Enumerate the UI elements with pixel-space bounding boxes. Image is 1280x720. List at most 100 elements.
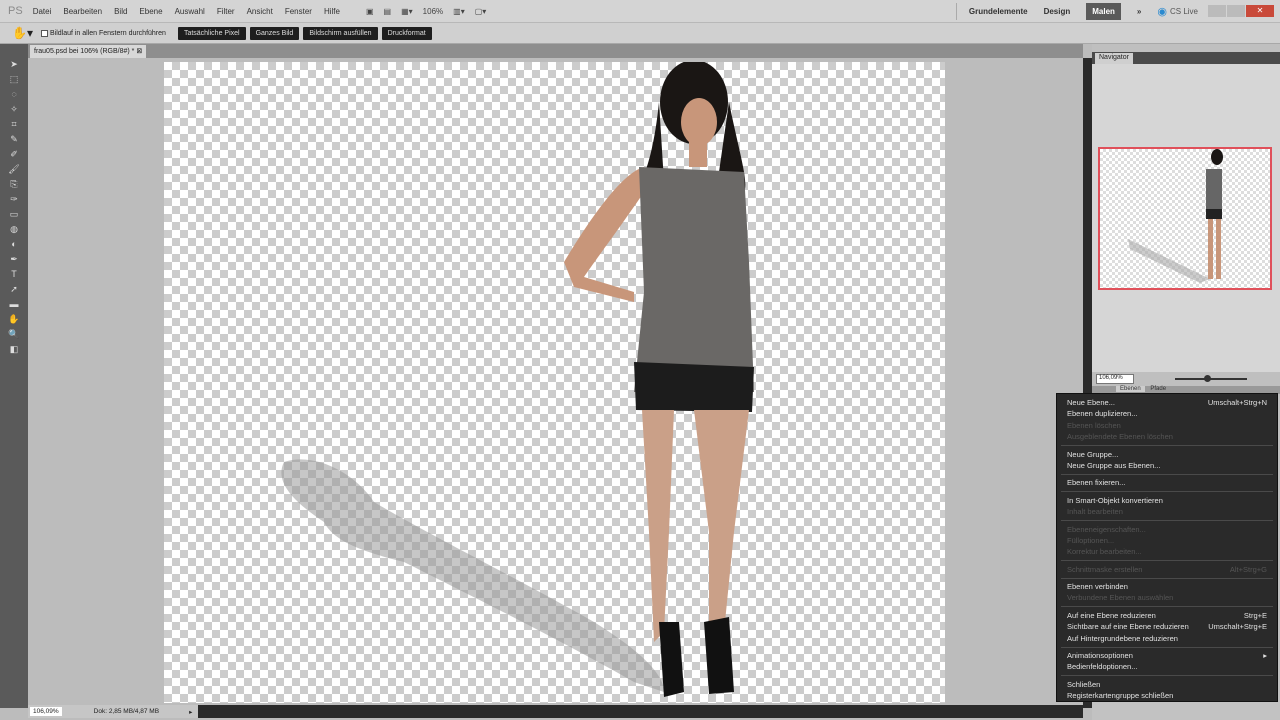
menu-item-label: Ebenen duplizieren... [1067,409,1138,419]
status-zoom[interactable]: 106,09% [30,707,62,716]
navigator-thumbnail[interactable] [1098,147,1272,290]
minimize-button[interactable] [1208,5,1226,17]
tool-icon-3[interactable]: ✧ [5,103,23,116]
menu-fenster[interactable]: Fenster [285,7,312,16]
menu-item-shortcut: Umschalt+Strg+N [1207,398,1267,407]
menu-separator [1061,577,1273,579]
context-menu-item: Inhalt bearbeiten [1057,506,1277,517]
submenu-arrow-icon: ▸ [1263,651,1267,661]
context-menu-item[interactable]: Registerkartengruppe schließen [1057,690,1277,701]
workspace-malen[interactable]: Malen [1086,2,1121,20]
tools-panel: ➤ ⬚ ◌ ✧ ⌗ ✎ ✐ 🖌 ⎘ ✑ ▭ ◍ ◐ ✒ T ➚ ▬ ✋ 🔍 ◧ [0,44,28,708]
bridge-icon[interactable]: ▣ [366,7,374,16]
menu-item-label: Auf Hintergrundebene reduzieren [1067,633,1178,643]
context-menu-item: Ausgeblendete Ebenen löschen [1057,431,1277,442]
workspace-design[interactable]: Design [1044,7,1071,16]
context-menu-item[interactable]: Sichtbare auf eine Ebene reduzieren Umsch… [1057,621,1277,632]
menu-ebene[interactable]: Ebene [139,7,162,16]
navigator-zoom-input[interactable]: 106,09% [1096,374,1134,384]
screen-mode-icon[interactable]: ▢▾ [475,7,487,16]
status-bar: 106,09% Dok: 2,85 MB/4,87 MB ▸ [28,705,1083,718]
tool-icon-4[interactable]: ⌗ [5,118,23,131]
close-button[interactable]: ✕ [1246,5,1274,17]
more-workspaces-button[interactable]: » [1137,7,1141,16]
tool-icon-10[interactable]: ▭ [5,208,23,221]
status-menu-arrow[interactable]: ▸ [189,708,192,716]
menu-datei[interactable]: Datei [33,7,52,16]
tool-icon-18[interactable]: 🔍 [5,328,23,341]
horizontal-scrollbar[interactable] [198,705,1083,718]
document-canvas[interactable] [164,60,945,703]
minibridge-icon[interactable]: ▤ [384,7,392,16]
tool-icon-5[interactable]: ✎ [5,133,23,146]
menu-item-shortcut: Strg+E [1243,610,1267,620]
hand-tool-icon[interactable]: ✋▾ [12,26,33,40]
context-menu-item: Verbundene Ebenen auswählen [1057,592,1277,603]
menu-bild[interactable]: Bild [114,7,127,16]
workspace-grundelemente[interactable]: Grundelemente [969,7,1028,16]
menu-item-label: Ebenen verbinden [1067,582,1128,592]
cslive-button[interactable]: CS Live [1170,7,1198,16]
tool-icon-16[interactable]: ▬ [5,298,23,311]
context-menu-item[interactable]: Auf eine Ebene reduzieren Strg+E [1057,610,1277,621]
zoom-select[interactable]: 106% [423,7,443,16]
print-size-button[interactable]: Druckformat [381,26,432,40]
tool-icon-13[interactable]: ✒ [5,253,23,266]
context-menu-item: Schnittmaske erstellen Alt+Strg+G [1057,564,1277,575]
tool-icon-9[interactable]: ✑ [5,193,23,206]
tab-ebenen[interactable]: Ebenen [1116,386,1145,392]
menu-item-label: Auf eine Ebene reduzieren [1067,610,1156,620]
tool-icon-15[interactable]: ➚ [5,283,23,296]
context-menu-item[interactable]: Bedienfeldoptionen... [1057,661,1277,672]
tool-icon-14[interactable]: T [5,268,23,281]
context-menu-item[interactable]: Animationsoptionen ▸ [1057,650,1277,661]
tool-icon-19[interactable]: ◧ [5,343,23,356]
tool-icon-0[interactable]: ➤ [5,58,23,71]
menu-separator [1061,675,1273,677]
context-menu-item[interactable]: In Smart-Objekt konvertieren [1057,495,1277,506]
context-menu-item[interactable]: Neue Gruppe aus Ebenen... [1057,460,1277,471]
tab-pfade[interactable]: Pfade [1146,386,1170,392]
menu-filter[interactable]: Filter [217,7,235,16]
menu-ansicht[interactable]: Ansicht [247,7,273,16]
tool-icon-7[interactable]: 🖌 [5,163,23,176]
tool-icon-8[interactable]: ⎘ [5,178,23,191]
menu-item-label: Ebenen fixieren... [1067,478,1126,488]
menu-item-shortcut: Alt+Strg+G [1229,564,1267,574]
menu-item-shortcut: Umschalt+Strg+E [1208,622,1267,632]
menu-hilfe[interactable]: Hilfe [324,7,340,16]
menu-separator [1061,646,1273,648]
arrange-icon[interactable]: ▥▾ [453,7,465,16]
menu-item-label: Schließen [1067,679,1101,689]
menu-bar: PS Datei Bearbeiten Bild Ebene Auswahl Filter… [0,0,1280,23]
context-menu-item[interactable]: Ebenen duplizieren... [1057,408,1277,419]
context-menu-item[interactable]: Auf Hintergrundebene reduzieren [1057,633,1277,644]
context-menu-item: Fülloptionen... [1057,535,1277,546]
tool-icon-11[interactable]: ◍ [5,223,23,236]
extras-icon[interactable]: ▦▾ [401,7,413,16]
scroll-all-checkbox[interactable] [40,29,48,37]
tab-navigator[interactable]: Navigator [1095,53,1133,64]
menu-auswahl[interactable]: Auswahl [175,7,205,16]
fill-screen-button[interactable]: Bildschirm ausfüllen [303,26,378,40]
tool-icon-2[interactable]: ◌ [5,88,23,101]
document-tab[interactable]: frau05.psd bei 106% (RGB/8#) * ⊠ [30,45,147,58]
tool-icon-6[interactable]: ✐ [5,148,23,161]
scroll-all-label: Bildlauf in allen Fenstern durchführen [49,29,166,37]
context-menu-item: Ebeneneigenschaften... [1057,524,1277,535]
fit-screen-button[interactable]: Ganzes Bild [249,26,300,40]
menu-separator [1061,445,1273,447]
actual-pixels-button[interactable]: Tatsächliche Pixel [177,26,246,40]
tool-icon-17[interactable]: ✋ [5,313,23,326]
maximize-button[interactable] [1227,5,1245,17]
menu-bearbeiten[interactable]: Bearbeiten [63,7,102,16]
context-menu-item[interactable]: Neue Ebene... Umschalt+Strg+N [1057,397,1277,408]
context-menu-item[interactable]: Neue Gruppe... [1057,449,1277,460]
context-menu-item[interactable]: Ebenen fixieren... [1057,477,1277,488]
context-menu-item[interactable]: Schließen [1057,679,1277,690]
tool-icon-12[interactable]: ◐ [5,238,23,251]
menu-item-label: Ebeneneigenschaften... [1067,524,1146,534]
close-tab-icon[interactable]: ⊠ [136,48,142,55]
tool-icon-1[interactable]: ⬚ [5,73,23,86]
context-menu-item[interactable]: Ebenen verbinden [1057,581,1277,592]
